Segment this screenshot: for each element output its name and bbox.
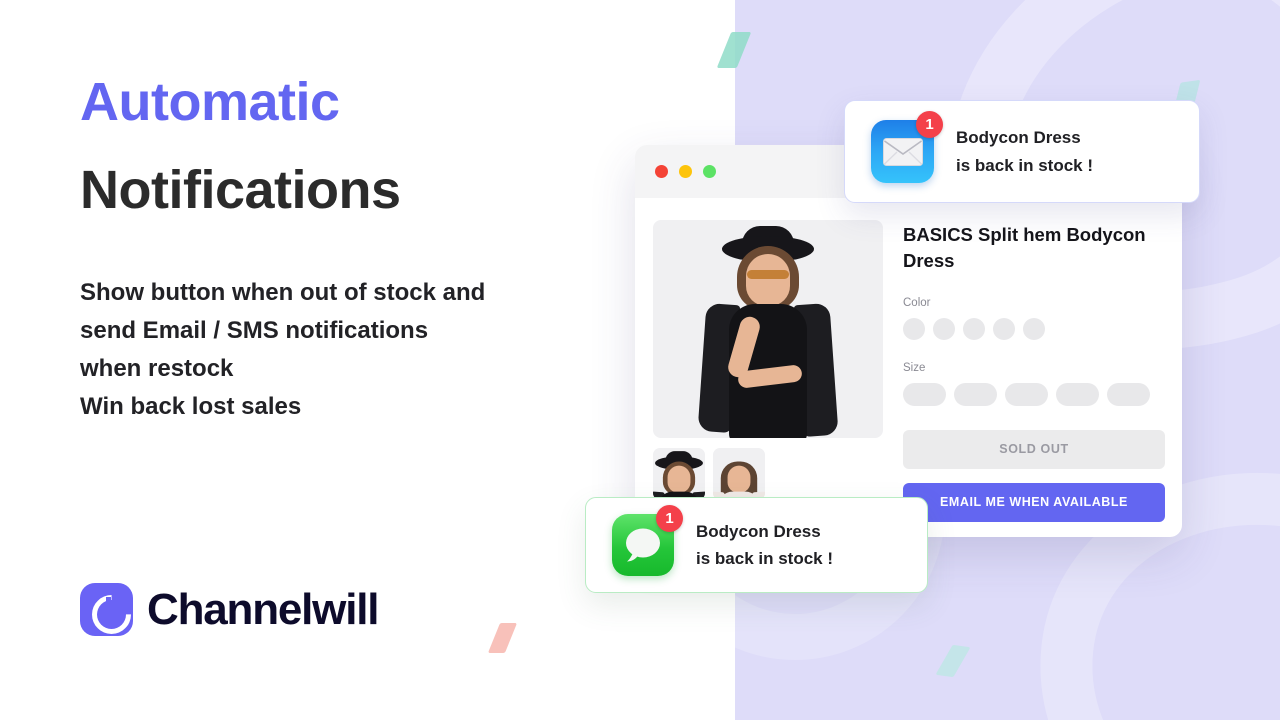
color-swatch-row bbox=[903, 317, 1165, 340]
subcopy-line-1: Show button when out of stock and bbox=[80, 279, 486, 306]
notification-badge: 1 bbox=[916, 111, 943, 138]
sold-out-button: SOLD OUT bbox=[903, 429, 1165, 469]
email-notification-text: Bodycon Dress is back in stock ! bbox=[956, 124, 1093, 178]
notification-line-1: Bodycon Dress bbox=[696, 521, 821, 541]
subcopy-line-4: Win back lost sales bbox=[80, 392, 302, 420]
email-notification-card[interactable]: 1 Bodycon Dress is back in stock ! bbox=[844, 100, 1200, 203]
option-label-size: Size bbox=[903, 361, 926, 374]
promo-banner: Automatic Notifications Show button when… bbox=[0, 0, 1280, 720]
messages-app-icon: 1 bbox=[612, 505, 683, 576]
size-swatch[interactable] bbox=[1107, 382, 1150, 406]
envelope-icon bbox=[882, 137, 923, 166]
brand-name: Channelwill bbox=[147, 584, 379, 634]
notification-line-1: Bodycon Dress bbox=[956, 128, 1081, 148]
parallelogram-pink-icon bbox=[487, 623, 518, 653]
size-swatch[interactable] bbox=[1056, 382, 1099, 406]
notification-badge: 1 bbox=[656, 505, 683, 532]
parallelogram-teal-top-icon bbox=[716, 32, 752, 68]
close-window-icon[interactable] bbox=[655, 165, 668, 178]
product-thumbnail-list bbox=[653, 448, 883, 500]
brand-logo: Channelwill bbox=[80, 583, 379, 636]
headline-main: Notifications bbox=[80, 160, 401, 220]
product-thumbnail[interactable] bbox=[713, 448, 765, 500]
product-page: BASICS Split hem Bodycon Dress Color Siz… bbox=[635, 198, 1182, 522]
option-label-color: Color bbox=[903, 296, 931, 309]
color-swatch[interactable] bbox=[933, 317, 955, 340]
product-info: BASICS Split hem Bodycon Dress Color Siz… bbox=[903, 220, 1165, 522]
color-swatch[interactable] bbox=[903, 317, 925, 340]
product-hero-image[interactable] bbox=[653, 220, 883, 438]
subcopy: Show button when out of stock and send E… bbox=[80, 274, 580, 426]
speech-bubble-icon bbox=[626, 528, 660, 562]
product-gallery bbox=[653, 220, 883, 522]
color-swatch[interactable] bbox=[1023, 317, 1045, 340]
size-swatch-row bbox=[903, 382, 1165, 406]
subcopy-line-3: when restock bbox=[80, 354, 234, 382]
headline-accent: Automatic bbox=[80, 72, 340, 132]
color-swatch[interactable] bbox=[993, 317, 1015, 340]
mail-app-icon: 1 bbox=[871, 111, 943, 183]
sms-notification-card[interactable]: 1 Bodycon Dress is back in stock ! bbox=[585, 497, 928, 593]
color-swatch[interactable] bbox=[963, 317, 985, 340]
size-swatch[interactable] bbox=[954, 382, 997, 406]
maximize-window-icon[interactable] bbox=[703, 165, 716, 178]
model-illustration bbox=[653, 220, 883, 438]
size-swatch[interactable] bbox=[1005, 382, 1048, 406]
notification-line-2: is back in stock ! bbox=[956, 155, 1093, 175]
product-title: BASICS Split hem Bodycon Dress bbox=[903, 224, 1146, 272]
size-swatch[interactable] bbox=[903, 382, 946, 406]
subcopy-line-2: send Email / SMS notifications bbox=[80, 316, 429, 344]
minimize-window-icon[interactable] bbox=[679, 165, 692, 178]
notification-line-2: is back in stock ! bbox=[696, 549, 833, 568]
product-thumbnail[interactable] bbox=[653, 448, 705, 500]
sms-notification-text: Bodycon Dress is back in stock ! bbox=[696, 518, 833, 572]
email-me-when-available-button[interactable]: EMAIL ME WHEN AVAILABLE bbox=[903, 482, 1165, 522]
channelwill-c-logo-icon bbox=[80, 583, 133, 636]
browser-window: BASICS Split hem Bodycon Dress Color Siz… bbox=[635, 145, 1182, 537]
